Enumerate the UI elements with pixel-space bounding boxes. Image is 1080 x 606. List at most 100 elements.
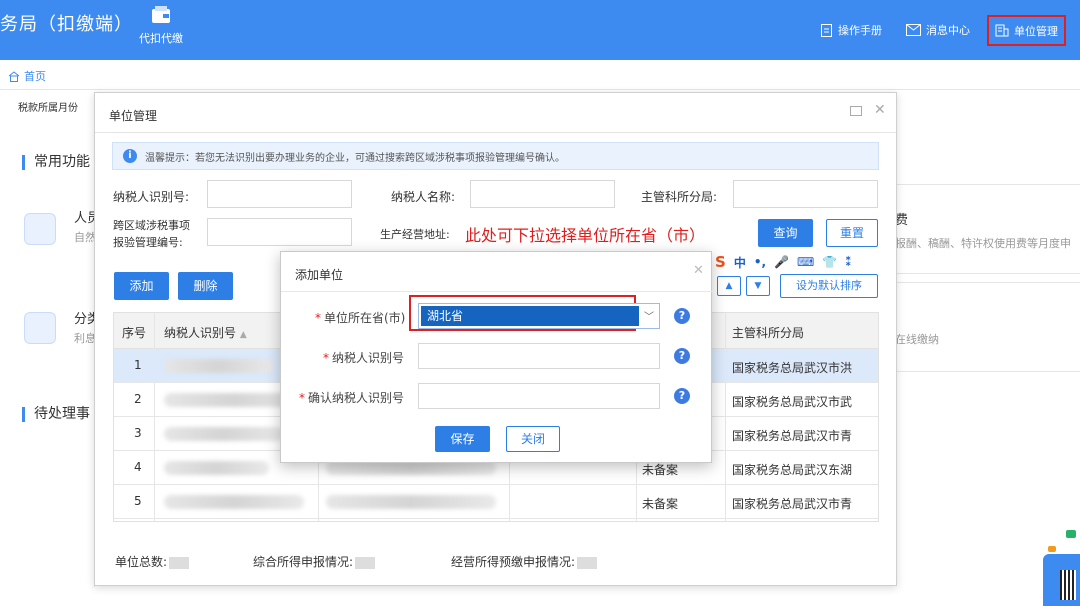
row-tax-office: 国家税务总局武汉市洪	[732, 361, 853, 375]
unit-total-label: 单位总数:	[115, 555, 168, 569]
reset-button[interactable]: 重置	[826, 219, 878, 247]
help-icon[interactable]: ?	[674, 348, 690, 364]
row-status: 未备案	[642, 463, 679, 477]
chevron-down-icon[interactable]: ﹀	[644, 308, 654, 323]
row-no: 2	[134, 392, 142, 406]
unit-management-label: 单位管理	[1014, 24, 1058, 38]
business-address-label: 生产经营地址:	[380, 228, 450, 241]
comprehensive-stat: 综合所得申报情况:	[253, 553, 376, 570]
app-title: 务局（扣缴端）	[0, 14, 133, 35]
messages-label: 消息中心	[926, 24, 970, 37]
top-bar: 务局（扣缴端） 代扣代缴 操作手册 消息中心 单位管理	[0, 0, 1080, 60]
delete-button[interactable]: 删除	[178, 272, 233, 300]
set-default-sort-button[interactable]: 设为默认排序	[780, 274, 878, 298]
row-no: 3	[134, 426, 142, 440]
taxpayer-id-label: 纳税人识别号:	[113, 190, 190, 204]
business-stat: 经营所得预缴申报情况:	[451, 553, 598, 570]
taxpayer-id-field[interactable]	[418, 343, 660, 369]
comprehensive-label: 综合所得申报情况:	[253, 555, 354, 569]
taxpayer-id-label-text: 纳税人识别号	[332, 351, 405, 365]
info-icon: i	[123, 149, 137, 163]
ime-chinese[interactable]: 中	[734, 254, 746, 271]
row-tax-office: 国家税务总局武汉市青	[732, 497, 853, 511]
taxpayer-name-input[interactable]	[470, 180, 615, 208]
skin-icon[interactable]: 👕	[822, 255, 837, 269]
table-row[interactable]: 5 未备案 国家税务总局武汉市青	[114, 485, 878, 519]
province-select[interactable]: 湖北省 ﹀	[418, 303, 660, 329]
query-button[interactable]: 查询	[758, 219, 813, 247]
add-unit-dialog: 添加单位 ✕ * 单位所在省(市) 湖北省 ﹀ ? * 纳税人识别号 ? * 确认纳税…	[280, 251, 713, 463]
nav-proxy-label: 代扣代缴	[139, 32, 183, 45]
confirm-id-label-text: 确认纳税人识别号	[308, 391, 405, 405]
save-button[interactable]: 保存	[435, 426, 490, 452]
redacted-id	[164, 495, 304, 509]
message-center-link[interactable]: 消息中心	[906, 22, 970, 38]
mic-icon[interactable]: 🎤	[774, 255, 789, 269]
document-icon	[821, 23, 832, 37]
help-icon[interactable]: ?	[674, 308, 690, 324]
building-icon	[995, 24, 1009, 37]
redacted-id	[164, 427, 284, 441]
help-icon[interactable]: ?	[674, 388, 690, 404]
keyboard-icon[interactable]: ⌨	[797, 255, 814, 269]
add-dialog-header: 添加单位 ✕	[281, 252, 713, 292]
mail-icon	[906, 24, 921, 36]
close-button[interactable]: 关闭	[506, 426, 560, 452]
grid-icon[interactable]: ⁑	[845, 255, 851, 269]
side-badge-orange	[1048, 546, 1056, 552]
row-tax-office: 国家税务总局武汉市青	[732, 429, 853, 443]
card1-sub: 自然	[74, 231, 96, 244]
close-icon[interactable]: ✕	[874, 102, 886, 118]
col-taxpayer-id-label: 纳税人识别号	[164, 326, 237, 340]
province-label-text: 单位所在省(市)	[324, 311, 406, 325]
home-label: 首页	[24, 70, 46, 83]
close-icon[interactable]: ✕	[693, 263, 704, 278]
pending-items-title: 待处理事	[22, 407, 90, 422]
person-card-icon	[24, 213, 56, 245]
unit-total-stat: 单位总数:	[115, 553, 190, 570]
col-no: 序号	[122, 326, 147, 340]
row-tax-office: 国家税务总局武汉东湖	[732, 463, 853, 477]
required-mark: *	[315, 311, 321, 325]
right-card2-sub: 在线缴纳	[895, 333, 939, 346]
ime-punct[interactable]: •,	[754, 255, 766, 269]
add-dialog-title: 添加单位	[295, 268, 344, 282]
taxpayer-id-label: * 纳税人识别号	[323, 349, 404, 366]
taxpayer-id-input[interactable]	[207, 180, 352, 208]
sort-icon[interactable]: ▲	[240, 330, 247, 340]
cross-region-label-2: 报验管理编号:	[113, 236, 183, 249]
redacted-id	[164, 359, 274, 373]
business-label: 经营所得预缴申报情况:	[451, 555, 576, 569]
col-taxpayer-id[interactable]: 纳税人识别号 ▲	[164, 324, 247, 341]
tip-text: 温馨提示：若您无法识别出要办理业务的企业，可通过搜索跨区域涉税事项报验管理编号确…	[145, 152, 565, 164]
confirm-id-label: * 确认纳税人识别号	[299, 389, 404, 406]
row-tax-office: 国家税务总局武汉市武	[732, 395, 853, 409]
right-card-2: 在线缴纳	[895, 282, 1080, 372]
dialog-title: 单位管理	[109, 109, 158, 123]
unit-management-link[interactable]: 单位管理	[987, 15, 1066, 46]
maximize-icon[interactable]	[850, 106, 862, 116]
move-up-button[interactable]: ▲	[717, 276, 741, 296]
nav-proxy-withholding[interactable]: 代扣代缴	[136, 6, 186, 46]
cross-region-input[interactable]	[207, 218, 352, 246]
right-card1-sub: 报酬、稿酬、特许权使用费等月度申	[895, 237, 1071, 250]
redacted-value	[577, 556, 598, 569]
row-no: 5	[134, 494, 142, 508]
add-button[interactable]: 添加	[114, 272, 169, 300]
move-down-button[interactable]: ▼	[746, 276, 770, 296]
tax-office-input[interactable]	[733, 180, 878, 208]
confirm-id-field[interactable]	[418, 383, 660, 409]
breadcrumb-home[interactable]: 首页	[8, 68, 46, 84]
manual-link[interactable]: 操作手册	[820, 22, 882, 38]
row-no: 4	[134, 460, 142, 474]
col-tax-office: 主管科所分局	[732, 326, 805, 340]
tip-banner: i 温馨提示：若您无法识别出要办理业务的企业，可通过搜索跨区域涉税事项报验管理编…	[112, 142, 879, 170]
annotation-text: 此处可下拉选择单位所在省（市）	[465, 226, 706, 245]
breadcrumb-bar: 首页	[0, 60, 1080, 90]
province-selected-value: 湖北省	[421, 306, 639, 326]
ime-toolbar: S 中 •, 🎤 ⌨ 👕 ⁑	[715, 253, 852, 271]
required-mark: *	[323, 351, 329, 365]
side-badge-green	[1066, 530, 1076, 538]
edit-card-icon	[24, 312, 56, 344]
taxpayer-name-label: 纳税人名称:	[391, 190, 456, 204]
